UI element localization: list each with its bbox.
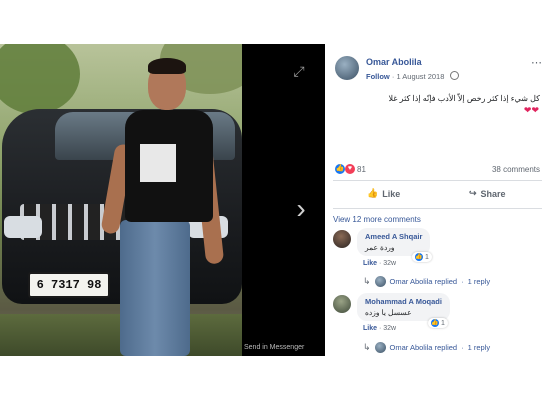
love-reaction-icon: ♥ [345,164,355,174]
divider [333,208,542,209]
share-label: Share [480,188,506,199]
next-photo-icon[interactable]: › [291,194,311,224]
send-in-messenger-link[interactable]: Send in Messenger [244,344,304,351]
comment-like-button[interactable]: Like [363,325,377,332]
photo-viewer: 6 7317 98 Send in Messenger ⤢ › Omar Abo… [0,44,550,356]
commenter-avatar[interactable] [333,230,351,248]
like-reaction-icon: 👍 [431,319,439,327]
comment-reaction-count: 1 [425,253,429,261]
replier-avatar [374,276,386,287]
comment-actions: Like · 32w [363,260,396,267]
follow-button[interactable]: Follow [366,72,390,81]
photo-panel: 6 7317 98 Send in Messenger ⤢ › [0,44,325,356]
reply-separator: · [461,277,464,286]
post-photo[interactable]: 6 7317 98 [0,44,242,356]
reply-arrow-icon: ↳ [363,342,371,352]
comment-author[interactable]: Ameed A Shqair [365,232,422,241]
reply-arrow-icon: ↳ [363,276,371,286]
license-plate: 6 7317 98 [28,272,110,298]
comments-count[interactable]: 38 comments [492,165,540,174]
reply-row[interactable]: ↳ Omar Abolila replied · 1 reply [363,342,490,353]
replier-avatar [374,342,386,353]
expand-icon[interactable]: ⤢ [291,63,307,79]
replied-by: Omar Abolila replied [389,277,458,286]
meta-separator: · [391,72,395,81]
divider [333,180,542,181]
comment-reaction-count: 1 [441,319,445,327]
comment-time[interactable]: 32w [383,260,396,267]
like-button[interactable]: 👍 Like [367,188,400,199]
comment-like-button[interactable]: Like [363,260,377,267]
reply-row[interactable]: ↳ Omar Abolila replied · 1 reply [363,276,490,287]
thumbs-up-icon: 👍 [367,188,379,198]
like-reaction-icon: 👍 [415,253,423,261]
comment-reactions[interactable]: 👍 1 [428,318,448,328]
post-details-panel: Omar Abolila Follow · 1 August 2018 ⋯ كل… [325,44,550,356]
reply-separator: · [461,343,464,352]
comment-text: عسسل يا وزده [365,308,412,317]
author-avatar[interactable] [335,56,359,80]
comment-separator: · [378,260,382,267]
like-reaction-icon: 👍 [335,164,345,174]
replied-by: Omar Abolila replied [389,343,458,352]
like-label: Like [382,188,401,199]
reply-count: 1 reply [467,277,491,286]
view-more-comments-link[interactable]: View 12 more comments [333,215,421,224]
reactions-summary[interactable]: 👍 ♥ 81 [335,164,366,174]
comment-author[interactable]: Mohammad A Moqadi [365,297,442,306]
share-icon: ↪ [469,188,477,198]
comment-reactions[interactable]: 👍 1 [412,252,432,262]
comment-bubble: Mohammad A Moqadi عسسل يا وزده [357,293,450,321]
comment-time[interactable]: 32w [383,325,396,332]
comment-separator: · [378,325,382,332]
comment-text: وردة عمر [365,243,395,252]
globe-icon [449,71,459,80]
post-text: كل شيء إذا كثر رخص إلاّ الأدب فإنّه إذا … [388,94,540,103]
post-date[interactable]: 1 August 2018 [396,72,444,81]
post-meta: Follow · 1 August 2018 [366,71,459,81]
reaction-count: 81 [357,164,366,174]
post-author-name[interactable]: Omar Abolila [366,57,422,67]
share-button[interactable]: ↪ Share [469,188,506,199]
commenter-avatar[interactable] [333,295,351,313]
reply-count: 1 reply [467,343,491,352]
more-options-icon[interactable]: ⋯ [531,56,542,69]
heart-emojis: ❤❤ [523,105,539,115]
comment-actions: Like · 32w [363,325,396,332]
